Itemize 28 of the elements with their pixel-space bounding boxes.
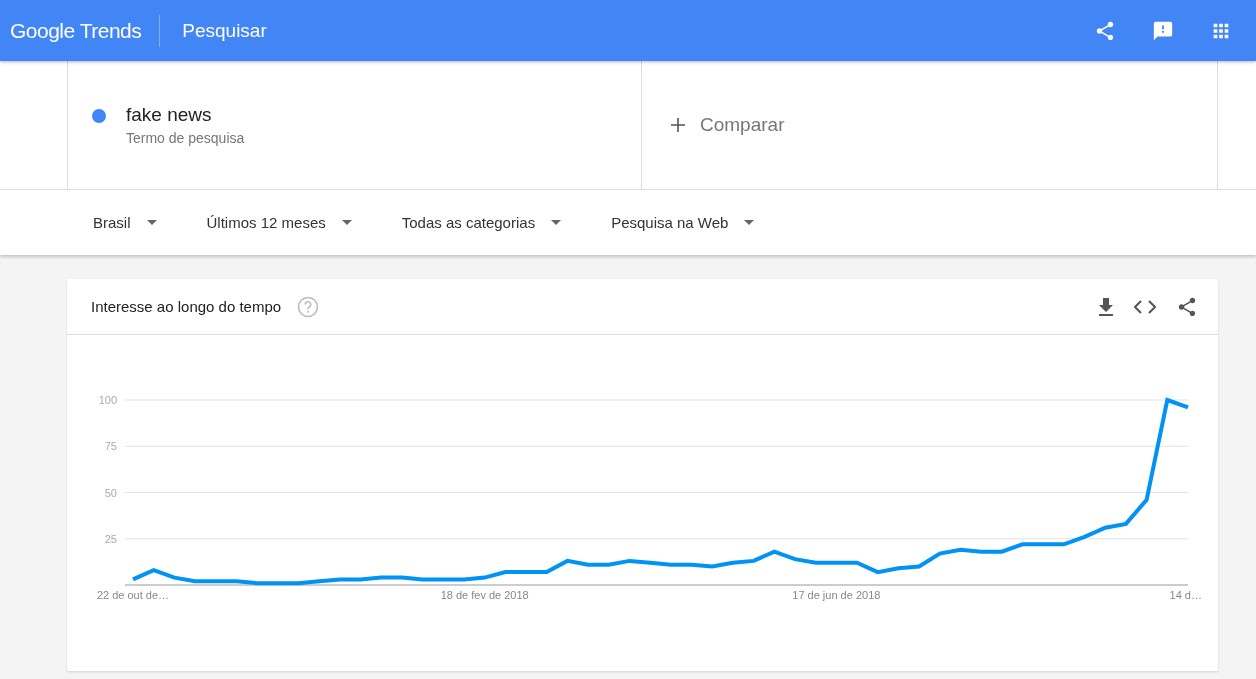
dropdown-arrow-icon — [146, 220, 157, 225]
help-icon[interactable] — [297, 295, 320, 318]
dropdown-arrow-icon — [551, 220, 562, 225]
term-label: Termo de pesquisa — [126, 130, 245, 146]
page-title: Pesquisar — [182, 19, 267, 42]
y-axis-label: 25 — [104, 532, 117, 545]
card-title: Interesse ao longo do tempo — [91, 298, 282, 315]
download-icon[interactable] — [1098, 297, 1114, 316]
x-axis-label: 18 de fev de 2018 — [440, 589, 529, 601]
embed-code-icon[interactable] — [1134, 299, 1156, 314]
filter-dropdown[interactable]: Pesquisa na Web — [600, 206, 766, 239]
x-axis-label: 22 de out de… — [96, 589, 170, 601]
x-axis-label: 17 de jun de 2018 — [792, 589, 881, 601]
feedback-icon[interactable] — [1152, 19, 1174, 42]
plus-icon — [670, 117, 686, 133]
term-text: fake news — [126, 104, 213, 126]
dropdown-arrow-icon — [341, 220, 352, 225]
y-axis-label: 100 — [98, 394, 117, 406]
share-icon[interactable] — [1176, 295, 1198, 318]
y-axis-label: 75 — [104, 440, 117, 453]
filter-dropdown[interactable]: Brasil — [82, 206, 168, 239]
share-icon[interactable] — [1094, 19, 1116, 42]
logo[interactable]: Google Trends — [10, 18, 142, 43]
filter-dropdown[interactable]: Últimos 12 meses — [195, 206, 363, 239]
filter-dropdown[interactable]: Todas as categorias — [390, 206, 573, 239]
x-axis-label: 14 d… — [1169, 589, 1202, 601]
dropdown-arrow-icon — [744, 220, 755, 225]
y-axis-label: 50 — [104, 486, 117, 499]
